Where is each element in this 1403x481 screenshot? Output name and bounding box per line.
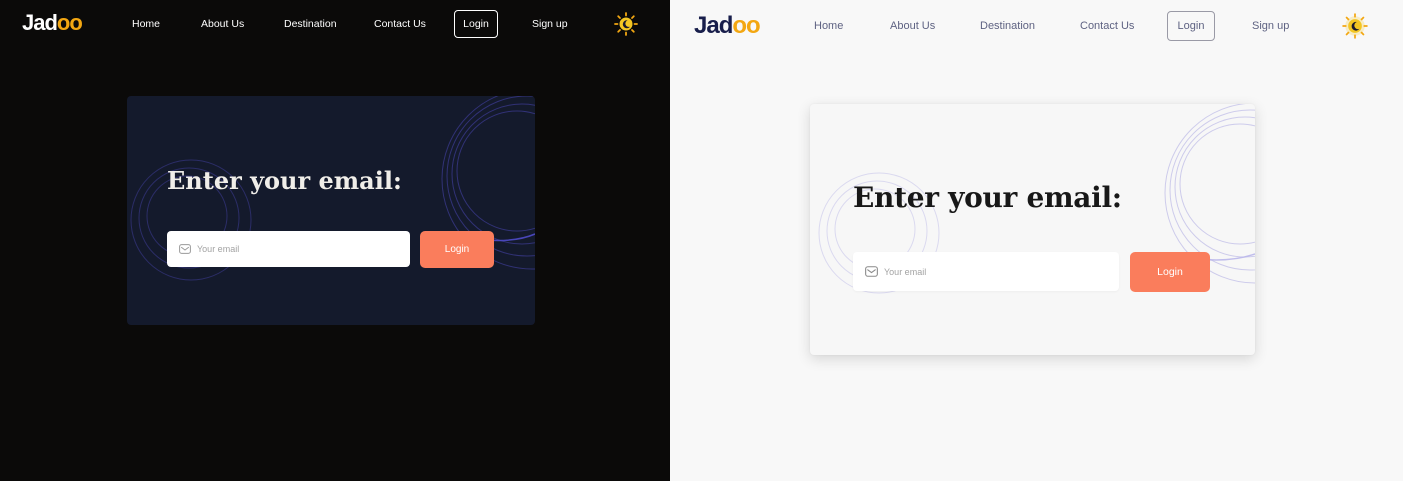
email-field[interactable]: [853, 252, 1119, 291]
decorative-rings: [130, 96, 535, 281]
nav-link-contact-us[interactable]: Contact Us: [374, 18, 426, 30]
email-input[interactable]: [197, 244, 377, 254]
login-nav-button[interactable]: Login: [1167, 11, 1215, 41]
signup-nav-link[interactable]: Sign up: [532, 18, 568, 30]
login-submit-button[interactable]: Login: [420, 231, 494, 268]
card-title: Enter your email:: [167, 166, 402, 195]
login-submit-button[interactable]: Login: [1130, 252, 1210, 292]
email-input[interactable]: [884, 266, 1064, 277]
theme-toggle-sun-moon-icon[interactable]: [614, 12, 638, 41]
navbar: Jadoo Home About Us Destination Contact …: [0, 0, 670, 48]
logo-suffix: oo: [732, 12, 760, 39]
logo-prefix: Jad: [22, 10, 58, 35]
decorative-rings: [818, 104, 1255, 294]
email-card: Enter your email: Login: [810, 104, 1255, 355]
nav-link-home[interactable]: Home: [814, 20, 843, 32]
mail-icon: [179, 244, 191, 254]
nav-link-home[interactable]: Home: [132, 18, 160, 30]
email-field[interactable]: [167, 231, 410, 267]
login-nav-button[interactable]: Login: [454, 10, 498, 38]
card-title: Enter your email:: [853, 181, 1122, 214]
logo[interactable]: Jadoo: [22, 10, 83, 36]
nav-link-about-us[interactable]: About Us: [890, 20, 935, 32]
logo-suffix: oo: [56, 10, 83, 35]
nav-link-destination[interactable]: Destination: [980, 20, 1035, 32]
signup-nav-link[interactable]: Sign up: [1252, 20, 1289, 32]
nav-link-contact-us[interactable]: Contact Us: [1080, 20, 1134, 32]
email-card: Enter your email: Login: [127, 96, 535, 325]
theme-toggle-sun-moon-icon[interactable]: [1342, 13, 1368, 44]
light-theme-panel: Jadoo Home About Us Destination Contact …: [670, 0, 1403, 481]
navbar: Jadoo Home About Us Destination Contact …: [670, 0, 1403, 48]
nav-link-about-us[interactable]: About Us: [201, 18, 244, 30]
nav-link-destination[interactable]: Destination: [284, 18, 337, 30]
mail-icon: [865, 266, 878, 277]
logo[interactable]: Jadoo: [694, 12, 761, 40]
logo-prefix: Jad: [694, 12, 733, 39]
dark-theme-panel: Jadoo Home About Us Destination Contact …: [0, 0, 670, 481]
